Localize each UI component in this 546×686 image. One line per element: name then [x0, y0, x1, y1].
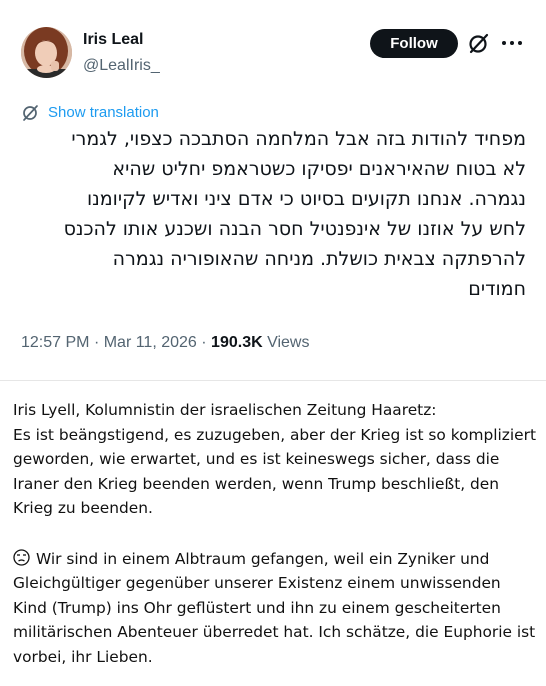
tweet-date[interactable]: Mar 11, 2026	[104, 334, 197, 351]
caption-line: militärischen Abenteuer überredet hat. I…	[13, 623, 536, 641]
grok-slash-icon[interactable]	[467, 32, 490, 55]
tweet-text-line: מפחיד להודות בזה אבל המלחמה הסתבכה כצפוי…	[71, 128, 526, 150]
tweet-text-line: לא בטוח שהאיראנים יפסיקו כשטראמפ יחליט ש…	[112, 158, 526, 180]
tweet-text-line: חמודים	[468, 278, 526, 300]
caption-text: Iris Lyell, Kolumnistin der israelischen…	[13, 398, 538, 669]
tweet-text-line: להרפתקה צבאית כושלת. מניחה שהאופוריה נגמ…	[112, 248, 526, 270]
show-translation-label: Show translation	[48, 103, 159, 121]
caption-line: Kind (Trump) ins Ohr geflüstert und ihn …	[13, 598, 501, 617]
tweet-text-line: נגמרה. אנחנו תקועים בסיוט כי אדם ציני וא…	[86, 188, 526, 210]
caption-line: Gleichgültiger gegenüber unserer Existen…	[13, 574, 501, 592]
views-label: Views	[267, 334, 310, 351]
tweet-text: מפחיד להודות בזה אבל המלחמה הסתבכה כצפוי…	[20, 124, 526, 304]
unamused-face-emoji-icon	[13, 548, 30, 566]
tweet-meta: 12:57 PM · Mar 11, 2026 · 190.3K Views	[21, 334, 309, 352]
views-count[interactable]: 190.3K	[211, 334, 263, 351]
caption-line: Krieg zu beenden.	[13, 499, 153, 517]
tweet-time[interactable]: 12:57 PM	[21, 334, 89, 351]
follow-button[interactable]: Follow	[370, 29, 458, 58]
more-horizontal-icon[interactable]	[501, 34, 523, 52]
caption-line: Iraner den Krieg beenden werden, wenn Tr…	[13, 474, 500, 493]
show-translation-link[interactable]: Show translation	[21, 102, 159, 122]
meta-separator: ·	[201, 334, 207, 351]
caption-line: Wir sind in einem Albtraum gefangen, wei…	[13, 547, 538, 572]
caption-line: vorbei, ihr Lieben.	[13, 647, 153, 666]
section-divider	[0, 380, 546, 381]
meta-separator: ·	[93, 334, 100, 351]
tweet-card: Iris Leal @LealIris_ Follow Show transla…	[0, 0, 546, 380]
avatar[interactable]	[21, 27, 72, 78]
author-handle[interactable]: @LealIris_	[83, 57, 160, 75]
tweet-text-line: לחש על אוזנו של אינפנטיל חסר הבנה ושכנע …	[63, 218, 526, 240]
caption-line: geworden, wie erwartet, und es ist keine…	[13, 450, 500, 468]
caption-line: Iris Lyell, Kolumnistin der israelischen…	[13, 401, 437, 419]
author-name[interactable]: Iris Leal	[83, 31, 143, 49]
translate-icon	[23, 104, 38, 121]
caption-line: Es ist beängstigend, es zuzugeben, aber …	[13, 425, 536, 444]
caption-line-text: Wir sind in einem Albtraum gefangen, wei…	[36, 549, 490, 568]
